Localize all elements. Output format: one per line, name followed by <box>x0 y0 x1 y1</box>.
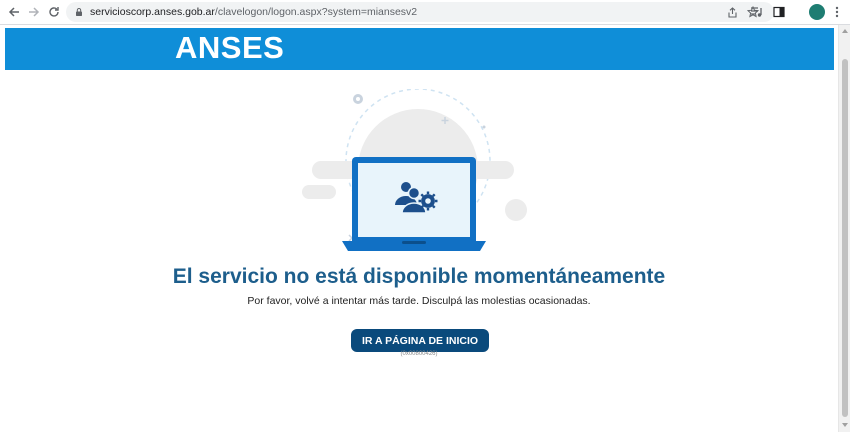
cloud-bar-right <box>470 161 514 179</box>
media-controls-icon[interactable] <box>748 4 764 20</box>
back-arrow-icon <box>8 7 19 17</box>
cloud-bar-left-small <box>302 185 336 199</box>
reload-button[interactable] <box>45 3 63 21</box>
page-scrollbar[interactable] <box>838 25 850 432</box>
menu-kebab-icon[interactable] <box>829 4 845 20</box>
error-code: (0x00800426) <box>400 351 438 357</box>
address-bar[interactable]: servicioscorp.anses.gob.ar/clavelogon/lo… <box>66 2 774 22</box>
forward-button[interactable] <box>25 3 43 21</box>
side-panel-icon[interactable] <box>771 4 787 20</box>
scrollbar-thumb[interactable] <box>842 59 848 417</box>
url-text[interactable]: servicioscorp.anses.gob.ar/clavelogon/lo… <box>90 2 417 22</box>
scroll-down-arrow-icon[interactable] <box>841 421 849 429</box>
profile-avatar[interactable] <box>809 4 825 20</box>
go-home-button[interactable]: IR A PÁGINA DE INICIO <box>351 329 489 352</box>
error-title: El servicio no está disponible momentáne… <box>172 265 666 288</box>
scroll-up-arrow-icon[interactable] <box>841 27 849 35</box>
anses-logo[interactable]: ANSES <box>175 30 284 66</box>
cloud-dot-right <box>505 199 527 221</box>
lock-icon[interactable] <box>72 5 86 19</box>
share-icon[interactable] <box>725 5 739 19</box>
reload-icon <box>49 7 59 17</box>
back-button[interactable] <box>5 3 23 21</box>
forward-arrow-icon <box>29 7 40 17</box>
anses-header: ANSES <box>5 28 834 70</box>
page-viewport: ANSES El servicio no está disponible mom… <box>0 25 838 432</box>
service-unavailable-illustration <box>302 89 527 251</box>
browser-toolbar: servicioscorp.anses.gob.ar/clavelogon/lo… <box>0 0 850 25</box>
error-message: Por favor, volvé a intentar más tarde. D… <box>247 295 591 307</box>
